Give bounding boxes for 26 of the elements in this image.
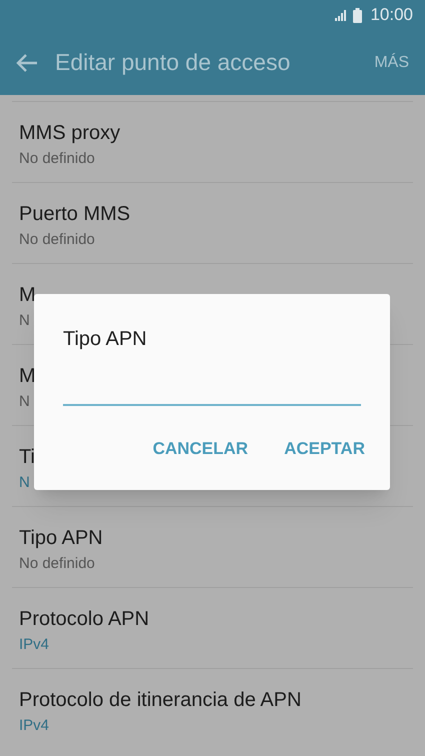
- setting-row[interactable]: Protocolo APN IPv4: [12, 587, 413, 668]
- setting-value: No definido: [19, 149, 95, 169]
- setting-title: M: [19, 364, 36, 389]
- back-arrow-icon[interactable]: [16, 54, 38, 72]
- battery-icon: [353, 8, 362, 22]
- setting-value: N: [19, 392, 30, 412]
- setting-value: IPv4: [19, 635, 50, 655]
- setting-title: MMS proxy: [19, 121, 120, 146]
- setting-value: N: [19, 311, 30, 331]
- setting-title: Ti: [19, 445, 35, 470]
- setting-row[interactable]: MMS proxy No definido: [12, 101, 413, 182]
- setting-title: Protocolo APN: [19, 607, 150, 632]
- setting-row[interactable]: Protocolo de itinerancia de APN IPv4: [12, 668, 413, 749]
- clock: 10:00: [370, 4, 413, 26]
- screen-title: Editar punto de acceso: [55, 48, 292, 78]
- setting-value: No definido: [19, 554, 95, 574]
- setting-value: N: [19, 473, 30, 493]
- setting-title: Protocolo de itinerancia de APN: [19, 688, 302, 713]
- dialog-title: Tipo APN: [63, 327, 148, 352]
- setting-value: IPv4: [19, 716, 50, 736]
- setting-title: M: [19, 283, 36, 308]
- setting-value: No definido: [19, 230, 95, 250]
- setting-title: Puerto MMS: [19, 202, 130, 227]
- setting-row[interactable]: Puerto MMS No definido: [12, 182, 413, 263]
- setting-row[interactable]: Tipo APN No definido: [12, 506, 413, 587]
- setting-title: Tipo APN: [19, 526, 103, 551]
